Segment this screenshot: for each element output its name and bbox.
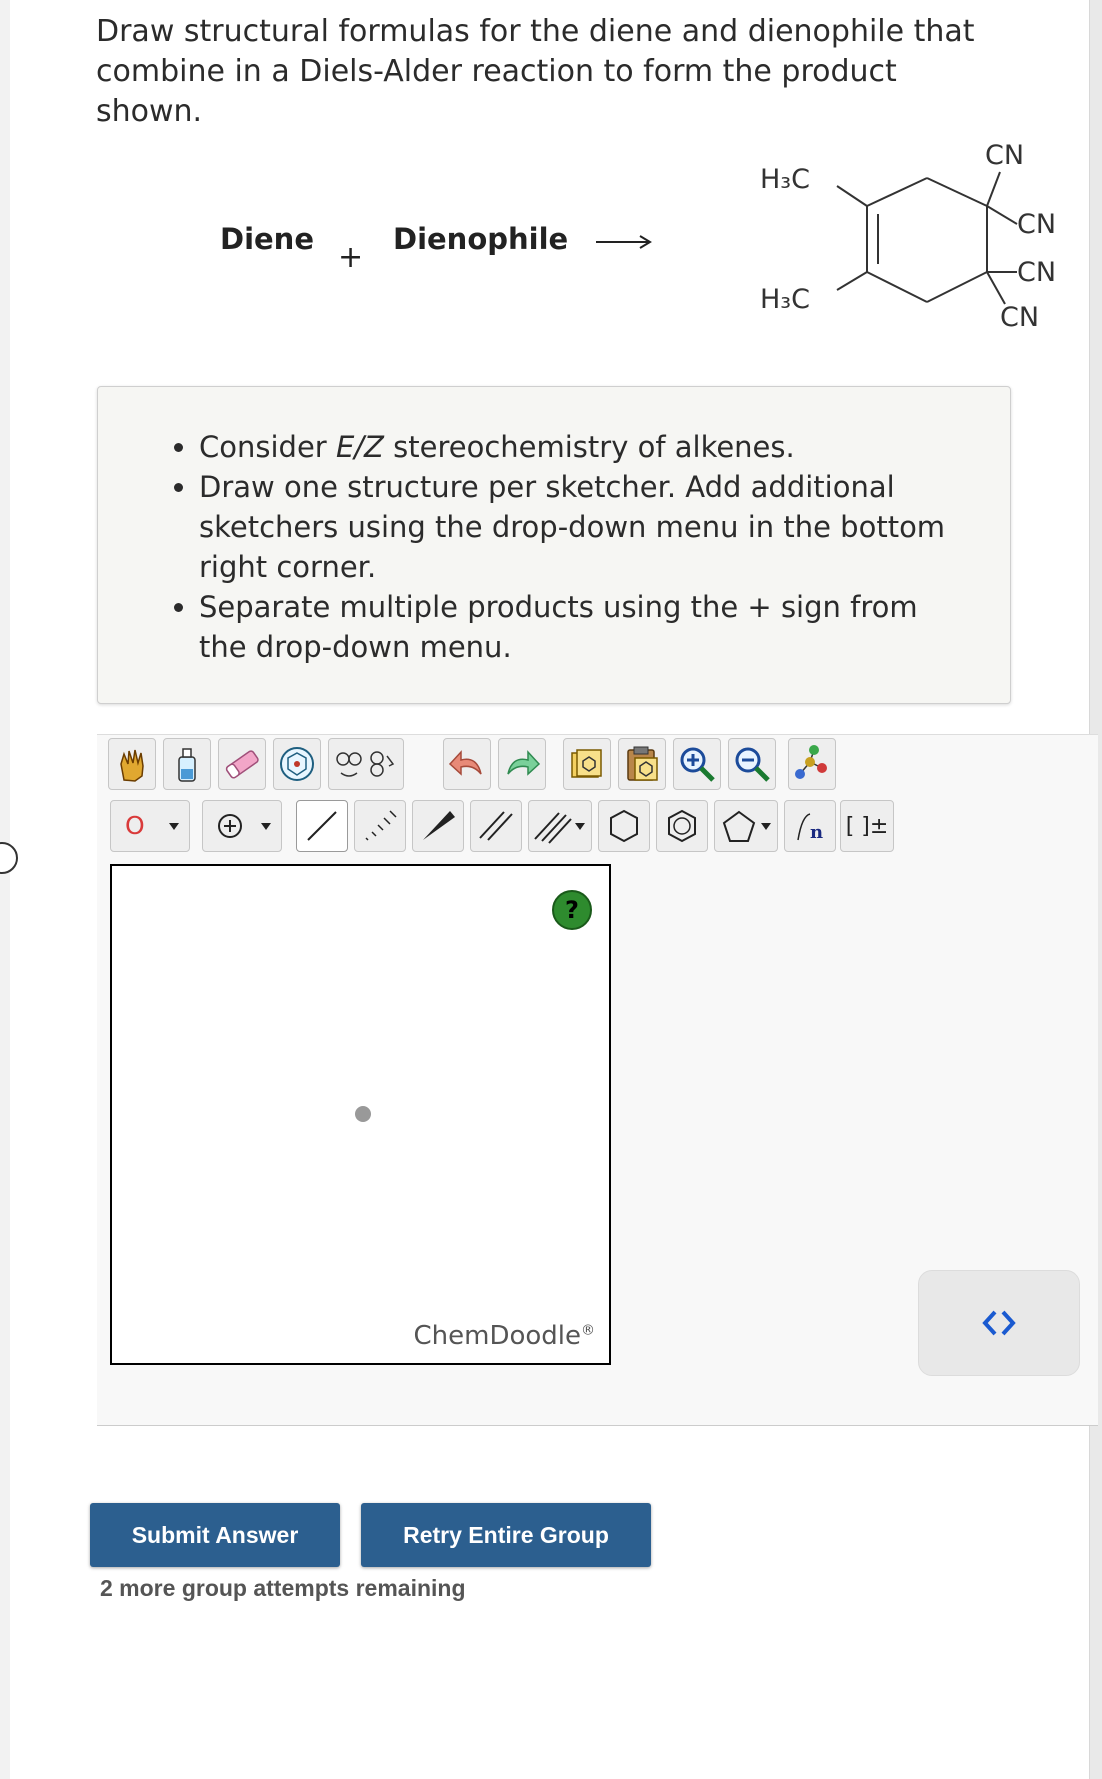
single-bond-icon [307,811,337,841]
chemdoodle-logo: ChemDoodle® [413,1321,595,1351]
plus-sign: + [338,240,364,275]
cyclohexane-icon [610,809,638,843]
undo-tool[interactable] [443,738,491,790]
clean-icon [795,745,827,779]
hand-icon [120,749,144,782]
retry-group-button[interactable]: Retry Entire Group [361,1503,651,1567]
question-line-1: Draw structural formulas for the diene a… [96,14,975,49]
cut-tool[interactable] [563,738,611,790]
hint-list: Consider E/Z stereochemistry of alkenes.… [98,387,1010,667]
hint-item: Draw one structure per sketcher. Add add… [199,467,950,587]
triple-bond-dropdown[interactable] [528,800,592,852]
eraser-icon [225,750,259,779]
clean-tool[interactable] [788,738,836,790]
reaction-arrow [596,235,652,249]
triple-bond-icon [534,812,572,844]
submit-answer-button[interactable]: Submit Answer [90,1503,340,1567]
dienophile-label: Dienophile [393,222,569,256]
template-tool[interactable] [273,738,321,790]
hint-item: Consider E/Z stereochemistry of alkenes. [199,427,950,467]
cyclohexane-tool[interactable] [598,800,650,852]
rings-icon [336,751,395,777]
wedge-bold-tool[interactable] [412,800,464,852]
svg-text:n: n [810,822,823,843]
methyl-bottom-label: H₃C [760,284,810,315]
cursor-dot [355,1106,371,1122]
registered-mark: ® [581,1322,595,1339]
bracket-charge-tool[interactable]: [ ]± [840,800,894,852]
zoom-out-icon [735,747,770,782]
zoom-in-icon [680,747,715,782]
atom-o-label: O [125,811,145,840]
left-collapse-tab[interactable] [0,842,18,874]
sketcher-canvas[interactable]: ? ChemDoodle® [110,864,611,1365]
atom-o-dropdown[interactable]: O [110,800,190,852]
cyclopentane-icon [722,810,756,842]
cn-label-4: CN [1000,302,1039,333]
diene-label: Diene [220,222,314,256]
paste-tool[interactable] [618,738,666,790]
cyclopentane-dropdown[interactable] [714,800,778,852]
cn-label-1: CN [985,140,1024,171]
double-bond-icon [479,811,513,841]
cn-label-3: CN [1017,257,1056,288]
redo-tool[interactable] [498,738,546,790]
bracket-charge-icon: [ ]± [845,813,889,839]
single-bond-tool[interactable] [296,800,348,852]
chemdoodle-logo-text: ChemDoodle [413,1321,581,1351]
benzene-icon [668,809,696,843]
zoom-out-tool[interactable] [728,738,776,790]
ring-template-icon [280,747,314,781]
bottle-icon [178,748,196,782]
paste-icon [627,746,658,781]
wedge-dashed-tool[interactable] [354,800,406,852]
double-bond-tool[interactable] [470,800,522,852]
question-text: Draw structural formulas for the diene a… [96,12,996,132]
question-line-2: combine in a Diels-Alder reaction to for… [96,54,897,129]
hand-tool[interactable] [108,738,156,790]
chevron-down-icon [261,823,271,830]
benzene-tool[interactable] [656,800,708,852]
eraser-tool[interactable] [218,738,266,790]
help-button[interactable]: ? [552,890,592,930]
chevron-down-icon [169,823,179,830]
cn-label-2: CN [1017,209,1056,240]
product-structure: H₃C H₃C CN CN CN CN [760,140,1056,333]
zoom-in-tool[interactable] [673,738,721,790]
attempts-remaining: 2 more group attempts remaining [100,1575,466,1601]
polymer-icon: n [797,813,823,843]
bottle-tool[interactable] [163,738,211,790]
charge-plus-icon [218,814,242,838]
wedge-dashed-icon [365,810,397,841]
rings-tool[interactable] [328,738,404,790]
charge-plus-dropdown[interactable] [202,800,282,852]
hint-item: Separate multiple products using the + s… [199,587,950,667]
methyl-top-label: H₃C [760,164,810,195]
code-chevrons-icon [982,1310,1016,1336]
expand-collapse-button[interactable] [918,1270,1080,1376]
chevron-down-icon [761,823,771,830]
page-left-edge [0,0,10,1779]
polymer-tool[interactable]: n [784,800,836,852]
undo-icon [448,750,482,776]
redo-icon [507,750,541,776]
cut-icon [571,749,602,778]
wedge-bold-icon [423,811,455,840]
chevron-down-icon [575,823,585,830]
hint-box: Consider E/Z stereochemistry of alkenes.… [97,386,1011,704]
